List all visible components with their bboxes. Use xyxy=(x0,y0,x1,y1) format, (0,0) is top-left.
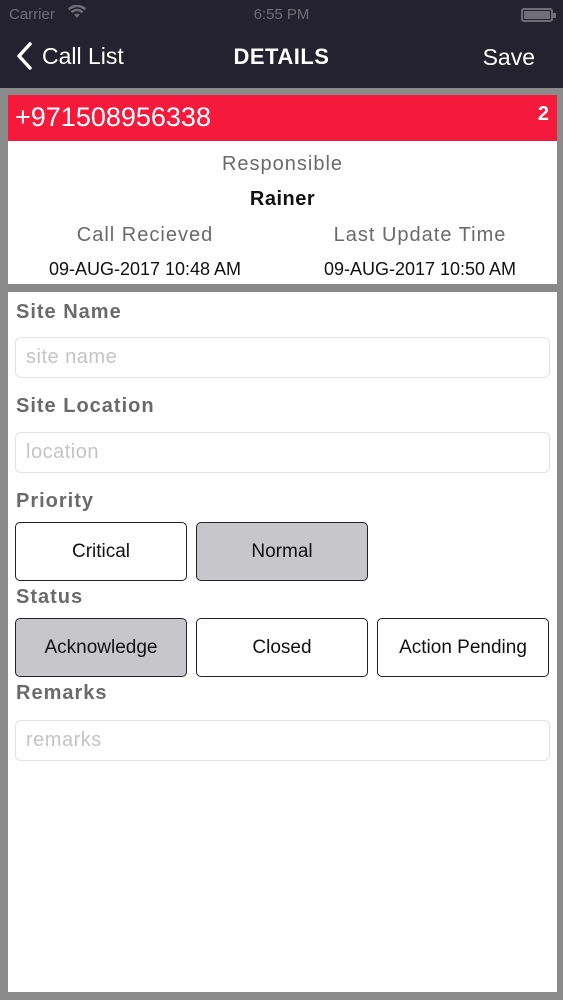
remarks-label: Remarks xyxy=(16,682,108,704)
status-bar: Carrier 6:55 PM xyxy=(0,0,563,30)
site-location-label: Site Location xyxy=(16,395,155,417)
call-received-label: Call Recieved xyxy=(76,224,214,246)
save-button[interactable]: Save xyxy=(483,44,535,71)
phone-number: +971508956338 xyxy=(15,102,211,132)
priority-normal-button[interactable]: Normal xyxy=(196,522,368,581)
page-title: DETAILS xyxy=(233,44,330,69)
priority-critical-button[interactable]: Critical xyxy=(15,522,187,581)
count-badge: 2 xyxy=(537,103,549,125)
site-name-label: Site Name xyxy=(16,301,122,323)
status-closed-button[interactable]: Closed xyxy=(196,618,368,677)
phone-header: +971508956338 2 xyxy=(8,95,557,141)
navigation-bar: Call List DETAILS Save xyxy=(0,30,563,88)
site-name-input[interactable] xyxy=(15,337,550,378)
call-received-section: Call Recieved 09-AUG-2017 10:48 AM xyxy=(8,224,282,280)
status-action-pending-button[interactable]: Action Pending xyxy=(377,618,549,677)
last-update-section: Last Update Time 09-AUG-2017 10:50 AM xyxy=(283,224,557,280)
priority-label: Priority xyxy=(16,490,95,512)
site-location-input[interactable] xyxy=(15,432,550,473)
responsible-label: Responsible xyxy=(221,153,344,175)
details-form: Site Name Site Location Priority Critica… xyxy=(8,292,557,992)
status-acknowledge-button[interactable]: Acknowledge xyxy=(15,618,187,677)
status-label: Status xyxy=(16,586,84,608)
status-time: 6:55 PM xyxy=(253,6,310,23)
battery-icon xyxy=(521,8,556,22)
last-update-label: Last Update Time xyxy=(333,224,507,246)
call-summary-card: +971508956338 2 Responsible Rainer Call … xyxy=(8,95,557,284)
last-update-value: 09-AUG-2017 10:50 AM xyxy=(323,259,517,279)
top-bar: Carrier 6:55 PM Call List DETAILS Save xyxy=(0,0,563,88)
responsible-name: Rainer xyxy=(249,188,316,210)
call-received-value: 09-AUG-2017 10:48 AM xyxy=(48,259,242,279)
remarks-input[interactable] xyxy=(15,720,550,761)
